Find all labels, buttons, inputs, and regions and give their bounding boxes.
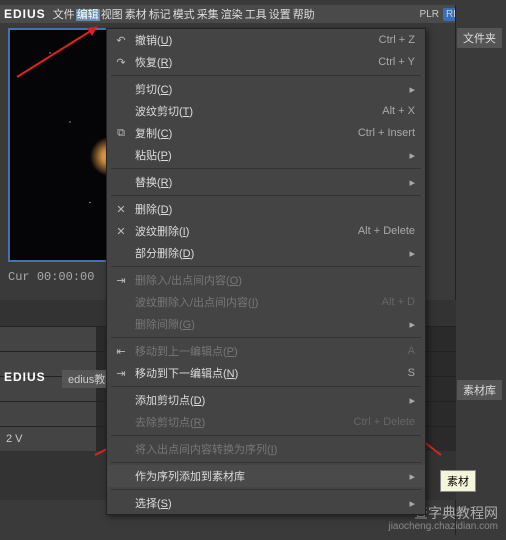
redo-icon: ↷ [113,56,129,69]
timecode-value: 00:00:00 [37,270,95,284]
tooltip: 素材 [440,470,476,492]
menu-2[interactable]: 视图 [100,9,124,21]
prev-edit-icon: ⇤ [113,345,129,358]
menu-6[interactable]: 采集 [196,9,220,21]
tab-folder[interactable]: 文件夹 [457,28,502,48]
submenu-arrow-icon: ▸ [409,470,415,483]
menu-item-ripple-delete[interactable]: ✕ 波纹删除(I) Alt + Delete [107,220,425,242]
menu-item-cut[interactable]: 剪切(C) ▸ [107,78,425,100]
shortcut-label: Alt + Delete [358,225,415,237]
menu-item-label: 删除间隙(G) [135,316,195,332]
ripple-delete-icon: ✕ [113,225,129,238]
menu-item-label: 替换(R) [135,174,172,190]
track-label[interactable] [0,327,96,351]
submenu-arrow-icon: ▸ [409,247,415,260]
menu-item-replace[interactable]: 替换(R) ▸ [107,171,425,193]
menu-item-select[interactable]: 选择(S) ▸ [107,492,425,514]
menu-item-label: 撤销(U) [135,32,172,48]
menu-9[interactable]: 设置 [268,9,292,21]
app-root: EDIUS 文件编辑视图素材标记模式采集渲染工具设置帮助 PLR REC — □… [0,0,506,540]
menu-item-label: 删除入/出点间内容(O) [135,272,242,288]
menu-item-delete[interactable]: ✕ 删除(D) [107,198,425,220]
menu-8[interactable]: 工具 [244,9,268,21]
edit-context-menu: ↶ 撤销(U) Ctrl + Z ↷ 恢复(R) Ctrl + Y 剪切(C) ▸ 波纹剪切(T… [106,28,426,515]
menu-item-next-edit[interactable]: ⇥ 移动到下一编辑点(N) S [107,362,425,384]
menu-item-label: 选择(S) [135,495,172,511]
next-edit-icon: ⇥ [113,367,129,380]
submenu-arrow-icon: ▸ [409,394,415,407]
menu-item-label: 恢复(R) [135,54,172,70]
tab-bin[interactable]: 素材库 [457,380,502,400]
menu-item-label: 波纹删除入/出点间内容(I) [135,294,258,310]
menu-1[interactable]: 编辑 [76,9,100,21]
shortcut-label: Ctrl + Z [379,34,415,46]
delete-icon: ✕ [113,203,129,216]
menu-item-label: 波纹剪切(T) [135,103,193,119]
menu-item-label: 移动到上一编辑点(P) [135,343,238,359]
menu-0[interactable]: 文件 [52,9,76,21]
secondary-logo: EDIUS [4,370,46,384]
menu-3[interactable]: 素材 [124,9,148,21]
menu-item-label: 去除剪切点(R) [135,414,205,430]
menu-item-label: 波纹删除(I) [135,223,189,239]
submenu-arrow-icon: ▸ [409,318,415,331]
shortcut-label: A [408,345,415,357]
menu-item-delete-gap: 删除间隙(G) ▸ [107,313,425,335]
timecode-label: Cur [8,270,30,284]
shortcut-label: Ctrl + Delete [354,416,415,428]
app-logo: EDIUS [4,7,46,21]
menu-item-add-as-sequence[interactable]: 作为序列添加到素材库 ▸ [107,465,425,487]
menu-item-ripple-delete-in-out: 波纹删除入/出点间内容(I) Alt + D [107,291,425,313]
menu-item-inout-to-seq: 将入出点间内容转换为序列(I) [107,438,425,460]
menu-item-label: 部分删除(D) [135,245,194,261]
shortcut-label: Alt + X [382,105,415,117]
shortcut-label: Alt + D [382,296,415,308]
menu-item-label: 粘贴(P) [135,147,172,163]
shortcut-label: Ctrl + Y [378,56,415,68]
menu-item-label: 复制(C) [135,125,172,141]
submenu-arrow-icon: ▸ [409,149,415,162]
track-label[interactable] [0,402,96,426]
submenu-arrow-icon: ▸ [409,83,415,96]
menu-item-paste[interactable]: 粘贴(P) ▸ [107,144,425,166]
menu-item-label: 剪切(C) [135,81,172,97]
undo-icon: ↶ [113,34,129,47]
menu-item-copy[interactable]: ⧉ 复制(C) Ctrl + Insert [107,122,425,144]
menu-item-prev-edit: ⇤ 移动到上一编辑点(P) A [107,340,425,362]
menu-4[interactable]: 标记 [148,9,172,21]
menu-10[interactable]: 帮助 [292,9,316,21]
menu-item-delete-in-out: ⇥ 删除入/出点间内容(O) [107,269,425,291]
menu-item-label: 作为序列添加到素材库 [135,468,245,484]
timecode: Cur 00:00:00 [8,270,94,284]
menu-item-remove-cut: 去除剪切点(R) Ctrl + Delete [107,411,425,433]
right-panel [455,5,506,535]
menu-item-label: 删除(D) [135,201,172,217]
menu-item-label: 将入出点间内容转换为序列(I) [135,441,277,457]
submenu-arrow-icon: ▸ [409,176,415,189]
shortcut-label: Ctrl + Insert [358,127,415,139]
menu-item-redo[interactable]: ↷ 恢复(R) Ctrl + Y [107,51,425,73]
track-label[interactable]: 2 V [0,427,96,451]
menu-item-ripple-cut[interactable]: 波纹剪切(T) Alt + X [107,100,425,122]
menu-item-partial-delete[interactable]: 部分删除(D) ▸ [107,242,425,264]
menu-item-label: 移动到下一编辑点(N) [135,365,238,381]
menu-item-undo[interactable]: ↶ 撤销(U) Ctrl + Z [107,29,425,51]
menu-5[interactable]: 模式 [172,9,196,21]
delete-in-out-icon: ⇥ [113,274,129,287]
submenu-arrow-icon: ▸ [409,497,415,510]
menu-7[interactable]: 渲染 [220,9,244,21]
shortcut-label: S [408,367,415,379]
copy-icon: ⧉ [113,127,129,140]
mode-plr[interactable]: PLR [420,9,439,20]
menu-item-add-cut[interactable]: 添加剪切点(D) ▸ [107,389,425,411]
menu-item-label: 添加剪切点(D) [135,392,205,408]
